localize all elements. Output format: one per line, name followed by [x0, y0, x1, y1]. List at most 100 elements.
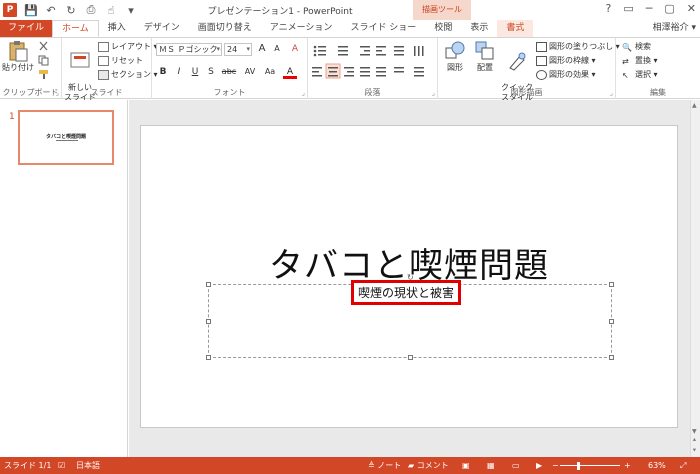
resize-handle-w[interactable]	[206, 319, 211, 324]
section-button[interactable]: セクション ▾	[98, 69, 158, 81]
paragraph-launcher-icon[interactable]: ⌟	[432, 89, 435, 97]
reset-button[interactable]: リセット	[98, 55, 143, 67]
undo-icon[interactable]: ↶	[44, 4, 58, 17]
tab-transitions[interactable]: 画面切り替え	[189, 20, 261, 37]
save-icon[interactable]: 💾	[24, 4, 38, 17]
tab-design[interactable]: デザイン	[135, 20, 189, 37]
char-spacing-button[interactable]: AV	[241, 65, 259, 79]
resize-handle-s[interactable]	[408, 355, 413, 360]
copy-icon[interactable]	[38, 55, 50, 66]
tab-animations[interactable]: アニメーション	[261, 20, 342, 37]
resize-handle-sw[interactable]	[206, 355, 211, 360]
slide-subtitle[interactable]: 喫煙の現状と被害	[358, 284, 454, 301]
section-icon	[98, 69, 109, 80]
change-case-button[interactable]: Aa	[261, 65, 279, 79]
select-button[interactable]: ↖ 選択 ▾	[622, 69, 658, 81]
cut-icon[interactable]	[38, 41, 50, 52]
vertical-scrollbar[interactable]: ▲ ▼ ⯅ ⯆	[690, 100, 700, 457]
find-button[interactable]: 🔍 検索	[622, 41, 651, 53]
subtitle-placeholder[interactable]: ↻ 喫煙の現状と被害	[206, 273, 614, 360]
tab-format[interactable]: 書式	[497, 20, 534, 37]
ribbon-display-icon[interactable]: ▭	[623, 2, 633, 15]
clipboard-launcher-icon[interactable]: ⌟	[56, 89, 59, 97]
print-icon[interactable]: ⎙	[84, 3, 98, 17]
resize-handle-ne[interactable]	[609, 282, 614, 287]
slide-thumbnail[interactable]: タバコと喫煙問題	[18, 110, 114, 165]
new-slide-icon	[70, 52, 90, 68]
thumbnail-number: 1	[9, 112, 15, 122]
redo-icon[interactable]: ↻	[64, 4, 78, 17]
replace-button[interactable]: ⇄ 置換 ▾	[622, 55, 658, 67]
tab-file[interactable]: ファイル	[0, 20, 53, 37]
shape-outline-button[interactable]: 図形の枠線 ▾	[536, 55, 596, 67]
zoom-level[interactable]: 63%	[648, 457, 666, 474]
format-painter-icon[interactable]	[38, 69, 50, 80]
tab-slideshow[interactable]: スライド ショー	[341, 20, 425, 37]
bold-button[interactable]: B	[156, 65, 170, 79]
help-icon[interactable]: ?	[606, 2, 612, 15]
qat-more-icon[interactable]: ▾	[124, 4, 138, 17]
shapes-button[interactable]: 図形	[440, 40, 470, 73]
shapes-label: 図形	[447, 63, 463, 72]
tab-view[interactable]: 表示	[461, 20, 497, 37]
zoom-slider[interactable]	[560, 465, 620, 466]
spellcheck-icon[interactable]: ☑	[58, 457, 65, 474]
zoom-slider-thumb[interactable]	[576, 462, 580, 470]
resize-handle-nw[interactable]	[206, 282, 211, 287]
tab-review[interactable]: 校閲	[425, 20, 461, 37]
shrink-font-button[interactable]: A	[270, 42, 284, 56]
font-launcher-icon[interactable]: ⌟	[302, 89, 305, 97]
slide-sorter-icon[interactable]: ▦	[487, 457, 495, 474]
shape-effect-button[interactable]: 図形の効果 ▾	[536, 69, 596, 81]
window-title: プレゼンテーション1 - PowerPoint	[207, 7, 353, 17]
italic-button[interactable]: I	[172, 65, 186, 79]
shape-fill-button[interactable]: 図形の塗りつぶし ▾	[536, 41, 620, 53]
slides-group-label: スライド	[90, 88, 123, 97]
paragraph-controls	[312, 45, 424, 79]
slide-count: スライド 1/1	[4, 461, 52, 470]
language[interactable]: 日本語	[76, 457, 100, 474]
scroll-up-icon[interactable]: ▲	[692, 102, 697, 109]
drawing-launcher-icon[interactable]: ⌟	[610, 89, 613, 97]
minimize-icon[interactable]: ─	[646, 2, 653, 15]
tab-insert[interactable]: 挿入	[99, 20, 135, 37]
user-account[interactable]: 相澤裕介 ▾	[653, 20, 696, 37]
normal-view-icon[interactable]: ▣	[462, 457, 470, 474]
grow-font-button[interactable]: A	[255, 42, 269, 56]
font-color-button[interactable]: A	[283, 65, 297, 79]
maximize-icon[interactable]: ▢	[664, 2, 674, 15]
shadow-text-button[interactable]: S	[204, 65, 218, 79]
layout-button[interactable]: レイアウト ▾	[98, 41, 158, 53]
paragraph-group-label: 段落	[364, 88, 381, 97]
drawing-tools-title: 描画ツール	[413, 0, 471, 20]
zoom-in-button[interactable]: +	[624, 457, 631, 474]
clear-format-button[interactable]: A	[288, 42, 302, 56]
underline-button[interactable]: U	[188, 65, 202, 79]
resize-handle-e[interactable]	[609, 319, 614, 324]
scroll-down-icon[interactable]: ▼	[692, 428, 697, 435]
strikethrough-button[interactable]: abc	[219, 65, 239, 79]
arrange-button[interactable]: 配置	[470, 40, 500, 73]
notes-button[interactable]: ≜ ノート	[368, 457, 401, 474]
tab-home[interactable]: ホーム	[52, 20, 99, 37]
shape-fill-icon	[536, 41, 547, 52]
fit-to-window-icon[interactable]: ⤢	[680, 457, 686, 474]
font-name-combo[interactable]: ＭＳ Ｐゴシック (本文)▾	[156, 43, 222, 56]
paste-button[interactable]: 貼り付け	[2, 40, 34, 73]
shape-outline-icon	[536, 55, 547, 66]
close-icon[interactable]: ✕	[687, 2, 696, 15]
resize-handle-se[interactable]	[609, 355, 614, 360]
slide-editor: タバコと喫煙問題 ↻ 喫煙の現状と被害 ▲ ▼ ⯅ ⯆	[129, 100, 700, 457]
touch-mode-icon[interactable]: ☝	[104, 4, 118, 17]
prev-slide-icon[interactable]: ⯅	[692, 437, 697, 445]
font-size-combo[interactable]: 24 ▾	[224, 43, 252, 56]
editing-group-label: 編集	[650, 88, 666, 97]
slide-canvas[interactable]: タバコと喫煙問題 ↻ 喫煙の現状と被害	[140, 125, 678, 428]
next-slide-icon[interactable]: ⯆	[692, 447, 697, 455]
zoom-out-button[interactable]: −	[552, 457, 559, 474]
font-group-label: フォント	[213, 88, 246, 97]
layout-icon	[98, 41, 109, 52]
reading-view-icon[interactable]: ▭	[512, 457, 520, 474]
comments-button[interactable]: ▰ コメント	[408, 457, 449, 474]
slideshow-icon[interactable]: ▶	[536, 457, 542, 474]
